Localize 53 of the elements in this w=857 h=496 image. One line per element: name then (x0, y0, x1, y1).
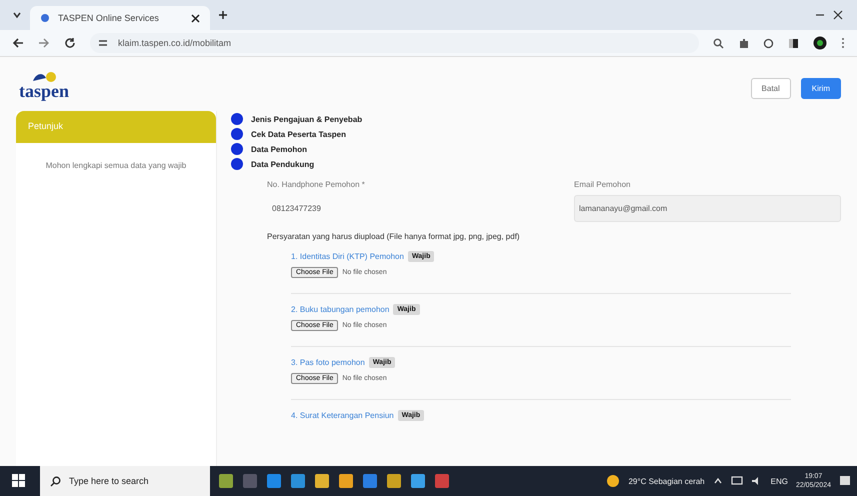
app-icon[interactable] (410, 473, 426, 489)
windows-start-icon[interactable] (12, 474, 26, 488)
upload-label: 3. Pas foto pemohon (291, 358, 365, 367)
upload-label: 1. Identitas Diri (KTP) Pemohon (291, 252, 404, 261)
field-label: Email Pemohon (574, 180, 632, 189)
chevron-down-icon[interactable] (12, 10, 22, 20)
sidebar-header: Petunjuk (16, 111, 216, 143)
step-label: Data Pendukung (251, 160, 314, 168)
search-placeholder: Type here to search (69, 476, 149, 486)
step-label: Data Pemohon (251, 144, 308, 154)
extension-icon[interactable] (738, 38, 749, 48)
language-text: ENG (770, 476, 788, 486)
url-text: klaim.taspen.co.id/mobilitam (118, 38, 232, 48)
upload-label: 4. Surat Keterangan Pensiun (291, 411, 394, 420)
more-icon[interactable] (841, 37, 845, 49)
taskbar-search[interactable]: Type here to search (40, 466, 210, 496)
app-icon[interactable] (386, 473, 402, 489)
close-icon[interactable] (833, 10, 843, 20)
input-field[interactable]: 08123477239 (267, 195, 534, 222)
step-label: Cek Data Peserta Taspen (251, 130, 346, 138)
app-icon[interactable] (338, 473, 354, 489)
input-field[interactable]: lamananayu@gmail.com (574, 195, 841, 222)
reload-icon[interactable] (64, 37, 76, 49)
app-icon[interactable] (362, 473, 378, 489)
weather-icon (606, 474, 620, 488)
search-icon (50, 476, 61, 486)
sidebar-icon[interactable] (788, 38, 799, 48)
close-icon[interactable] (191, 14, 200, 22)
uploads-heading: Persyaratan yang harus diupload (File hanya format jpg, png, jpeg, pdf) (267, 232, 521, 241)
app-icon[interactable] (434, 473, 450, 489)
weather-text: 29°C Sebagian cerah (628, 476, 705, 486)
logo-text: taspen (18, 83, 69, 99)
zoom-icon[interactable] (713, 38, 724, 48)
address-bar[interactable]: klaim.taspen.co.id/mobilitam (90, 33, 699, 53)
forward-icon[interactable] (38, 37, 50, 49)
field-label: No. Handphone Pemohon * (267, 180, 366, 189)
sidebar-text: Mohon lengkapi semua data yang wajib (44, 160, 188, 172)
plus-icon[interactable] (218, 10, 228, 20)
step-label: Jenis Pengajuan & Penyebab (251, 114, 362, 124)
site-icon (40, 13, 50, 23)
upload-label: 2. Buku tabungan pemohon (291, 305, 390, 314)
submit-button[interactable]: Kirim (800, 78, 841, 98)
browser-tab[interactable]: TASPEN Online Services (30, 6, 210, 30)
tab-title: TASPEN Online Services (58, 13, 160, 23)
chevron-up-icon[interactable] (712, 476, 723, 486)
app-icon[interactable] (266, 473, 282, 489)
cancel-button[interactable]: Batal (750, 78, 791, 98)
site-info-icon (98, 38, 108, 48)
app-icon[interactable] (290, 473, 306, 489)
back-icon[interactable] (12, 37, 24, 49)
logo-mark-icon (31, 71, 57, 83)
notification-icon[interactable] (839, 475, 851, 487)
avatar-icon[interactable] (813, 36, 827, 50)
